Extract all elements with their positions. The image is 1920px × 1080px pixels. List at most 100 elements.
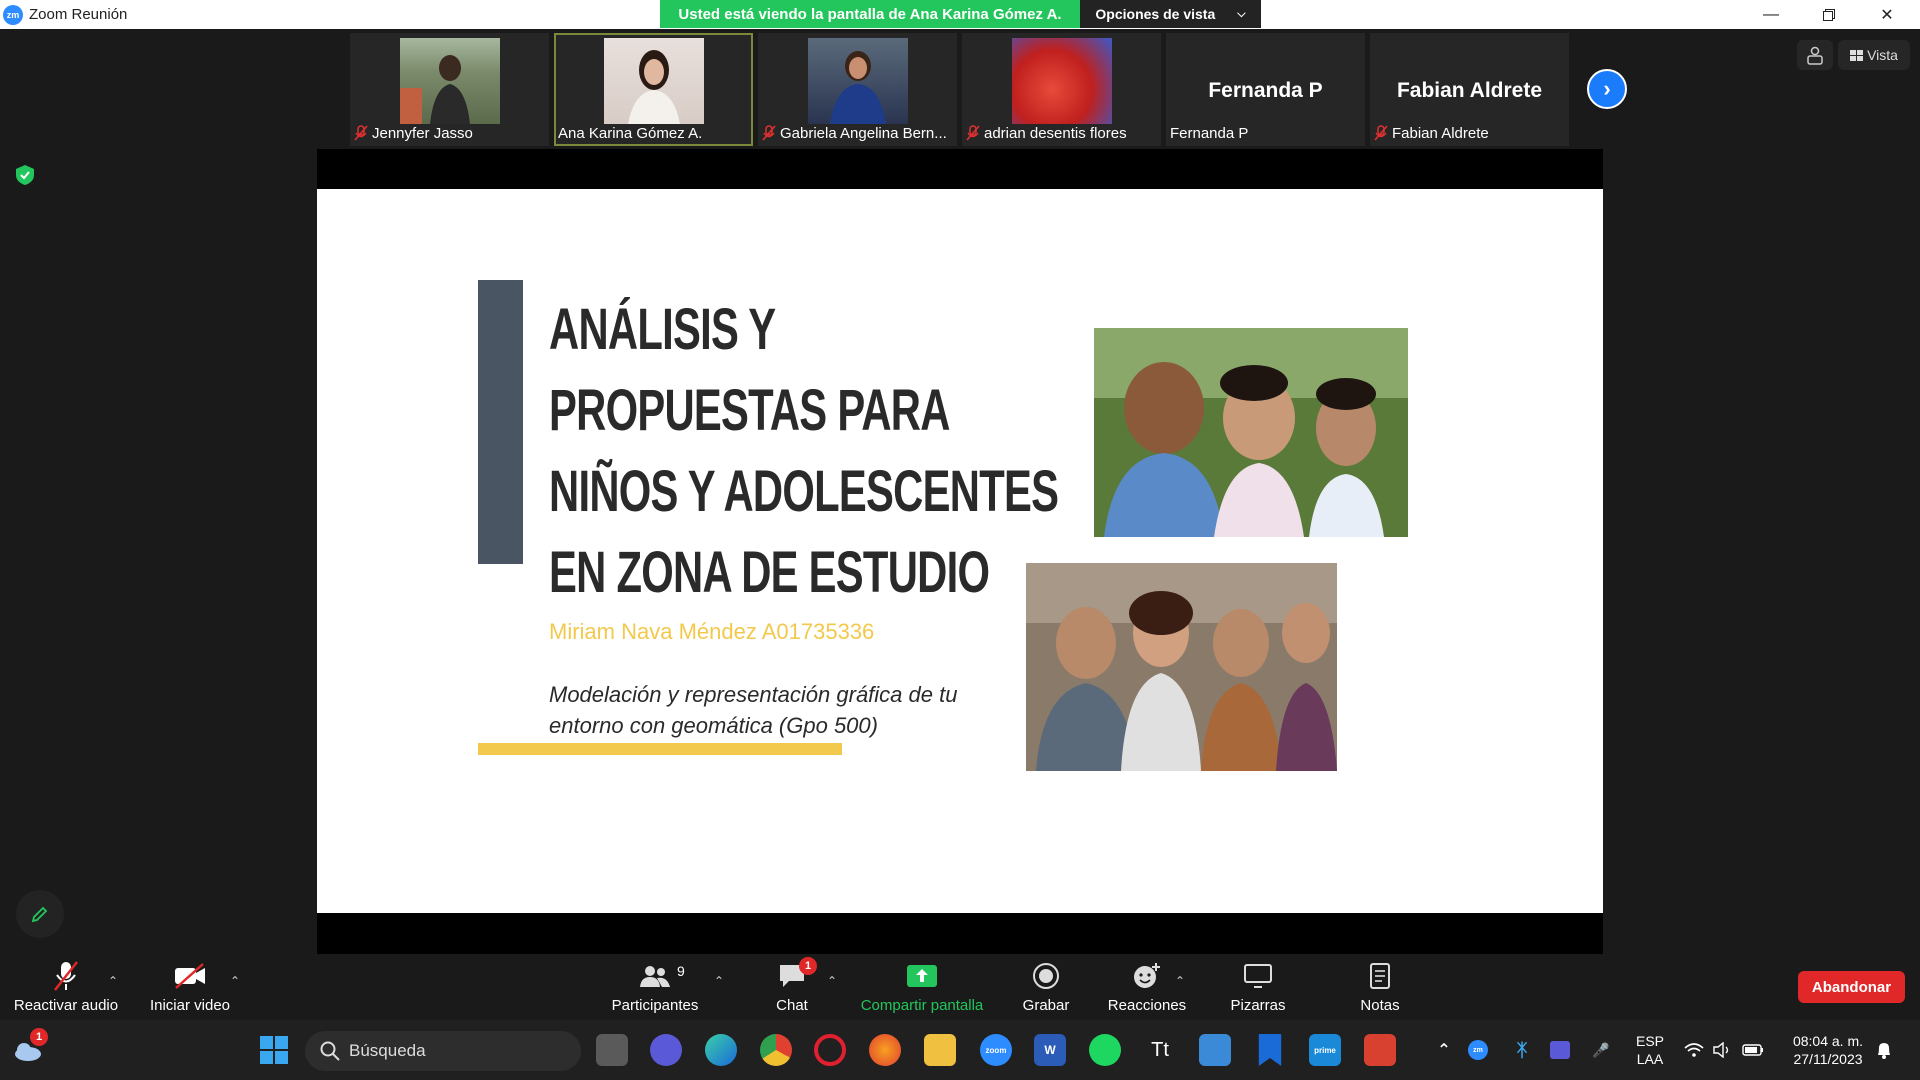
- search-placeholder: Búsqueda: [349, 1041, 426, 1060]
- battery-icon[interactable]: [1740, 1034, 1766, 1066]
- participant-photo: [1011, 38, 1112, 124]
- slide-accent-bar: [478, 280, 523, 564]
- reactions-label: Reacciones: [1107, 997, 1187, 1014]
- window-title: Zoom Reunión: [29, 6, 128, 23]
- clock[interactable]: 08:04 a. m. 27/11/2023: [1778, 1032, 1878, 1068]
- view-options-button[interactable]: Opciones de vista ⌵: [1080, 0, 1261, 28]
- participant-tile[interactable]: Gabriela Angelina Bern...: [758, 33, 957, 146]
- person-silhouette-icon: [829, 51, 886, 124]
- participants-label: Participantes: [611, 997, 699, 1014]
- immersive-view-button[interactable]: [1797, 40, 1833, 70]
- mic-location-icon[interactable]: 🎤: [1586, 1034, 1616, 1066]
- search-icon: [320, 1041, 340, 1061]
- participant-tile[interactable]: Fernanda P Fernanda P: [1166, 33, 1365, 146]
- restore-button[interactable]: [1800, 0, 1858, 29]
- firefox-browser-icon[interactable]: [869, 1034, 901, 1066]
- chat-button[interactable]: 1 Chat: [752, 954, 832, 1020]
- whiteboards-button[interactable]: Pizarras: [1218, 954, 1298, 1020]
- slide-course-line: Modelación y representación gráfica de t…: [549, 682, 958, 707]
- pencil-icon: [31, 906, 48, 923]
- start-video-label: Iniciar video: [149, 997, 231, 1014]
- mic-muted-icon: [1374, 125, 1388, 141]
- teenagers-photo: [1026, 563, 1337, 771]
- mic-muted-icon: [762, 125, 776, 141]
- chat-label: Chat: [776, 997, 808, 1014]
- show-hidden-icons-chevron-icon[interactable]: ⌃: [1428, 1034, 1460, 1066]
- zoom-app-icon[interactable]: zoom: [980, 1034, 1012, 1066]
- participant-name: Fabian Aldrete: [1392, 124, 1489, 142]
- video-options-chevron-icon[interactable]: ⌃: [230, 974, 240, 988]
- red-app-icon[interactable]: [1364, 1034, 1396, 1066]
- reactions-options-chevron-icon[interactable]: ⌃: [1175, 974, 1185, 988]
- battery-level-icon: [1742, 1044, 1763, 1056]
- shared-screen: ANÁLISIS Y PROPUESTAS PARA NIÑOS Y ADOLE…: [317, 149, 1603, 954]
- chrome-browser-icon[interactable]: [760, 1034, 792, 1066]
- bluetooth-icon[interactable]: ᛡ: [1510, 1034, 1534, 1066]
- participant-tile-active-speaker[interactable]: Ana Karina Gómez A.: [554, 33, 753, 146]
- start-video-button[interactable]: Iniciar video: [140, 954, 240, 1020]
- participant-photo: [603, 38, 704, 124]
- file-explorer-icon[interactable]: [924, 1034, 956, 1066]
- mic-muted-icon: [54, 961, 78, 991]
- zoom-tray-icon[interactable]: zm: [1466, 1034, 1490, 1066]
- slide-title-line: ANÁLISIS Y: [549, 297, 776, 362]
- volume-icon[interactable]: [1710, 1034, 1734, 1066]
- record-icon: [1033, 963, 1059, 989]
- participant-tile[interactable]: adrian desentis flores: [962, 33, 1161, 146]
- participant-name: Ana Karina Gómez A.: [558, 124, 703, 142]
- weather-widget-icon[interactable]: 1: [12, 1028, 48, 1066]
- unmute-audio-button[interactable]: Reactivar audio: [8, 954, 124, 1020]
- speaker-icon: [1713, 1042, 1729, 1058]
- annotate-button[interactable]: [16, 890, 64, 938]
- taskbar-search-box[interactable]: Búsqueda: [305, 1031, 581, 1071]
- clock-time: 08:04 a. m.: [1792, 1033, 1864, 1049]
- bookmark-app-icon[interactable]: [1258, 1034, 1282, 1066]
- gallery-next-button[interactable]: ›: [1587, 69, 1627, 109]
- edge-browser-icon[interactable]: [705, 1034, 737, 1066]
- chat-options-chevron-icon[interactable]: ⌃: [827, 974, 837, 988]
- audio-options-chevron-icon[interactable]: ⌃: [108, 974, 118, 988]
- view-button[interactable]: Vista: [1838, 40, 1910, 70]
- leave-meeting-button[interactable]: Abandonar: [1798, 971, 1905, 1003]
- participant-photo: [399, 38, 500, 124]
- close-button[interactable]: ✕: [1858, 0, 1916, 29]
- opera-browser-icon[interactable]: [814, 1034, 846, 1066]
- record-label: Grabar: [1022, 997, 1070, 1014]
- wifi-icon[interactable]: [1682, 1034, 1706, 1066]
- restore-icon: [1823, 8, 1835, 21]
- photos-app-icon[interactable]: [1199, 1034, 1231, 1066]
- bell-icon: [1878, 1043, 1890, 1059]
- minimize-button[interactable]: —: [1742, 0, 1800, 29]
- task-view-icon[interactable]: [596, 1034, 628, 1066]
- participants-icon: [640, 966, 670, 987]
- notes-icon: [1370, 963, 1390, 989]
- view-button-label: Vista: [1867, 47, 1898, 63]
- notification-bell-icon[interactable]: [1872, 1034, 1896, 1066]
- video-off-icon: [175, 963, 205, 989]
- prime-video-icon[interactable]: prime: [1309, 1034, 1341, 1066]
- clock-date: 27/11/2023: [1793, 1051, 1863, 1067]
- person-silhouette-icon: [399, 55, 470, 124]
- chevron-down-icon: ⌵: [1237, 7, 1246, 20]
- participant-tile[interactable]: Jennyfer Jasso: [350, 33, 549, 146]
- windows-taskbar: 1 Búsqueda zoom W Tt prime ⌃ zm ᛡ 🎤 ESP …: [0, 1020, 1920, 1080]
- word-app-icon[interactable]: W: [1034, 1034, 1066, 1066]
- windows-start-icon[interactable]: [258, 1034, 290, 1066]
- input-language-indicator[interactable]: ESP LAA: [1628, 1032, 1672, 1068]
- share-screen-icon: [907, 965, 937, 987]
- meeting-toolbar: Reactivar audio ⌃ Iniciar video ⌃ 9 Part…: [0, 954, 1920, 1020]
- weather-badge: 1: [30, 1028, 48, 1046]
- participants-options-chevron-icon[interactable]: ⌃: [714, 974, 724, 988]
- spotify-app-icon[interactable]: [1089, 1034, 1121, 1066]
- video-app-icon[interactable]: [650, 1034, 682, 1066]
- slide-title-line: PROPUESTAS PARA: [549, 378, 950, 443]
- participant-tile[interactable]: Fabian Aldrete Fabian Aldrete: [1370, 33, 1569, 146]
- participants-button[interactable]: 9 Participantes: [600, 954, 710, 1020]
- security-shield-icon[interactable]: [14, 164, 36, 186]
- teams-tray-icon[interactable]: [1548, 1034, 1572, 1066]
- font-app-icon[interactable]: Tt: [1144, 1034, 1176, 1066]
- share-screen-button[interactable]: Compartir pantalla: [852, 954, 992, 1020]
- notes-button[interactable]: Notas: [1340, 954, 1420, 1020]
- participant-name: Gabriela Angelina Bern...: [780, 124, 947, 142]
- record-button[interactable]: Grabar: [1010, 954, 1082, 1020]
